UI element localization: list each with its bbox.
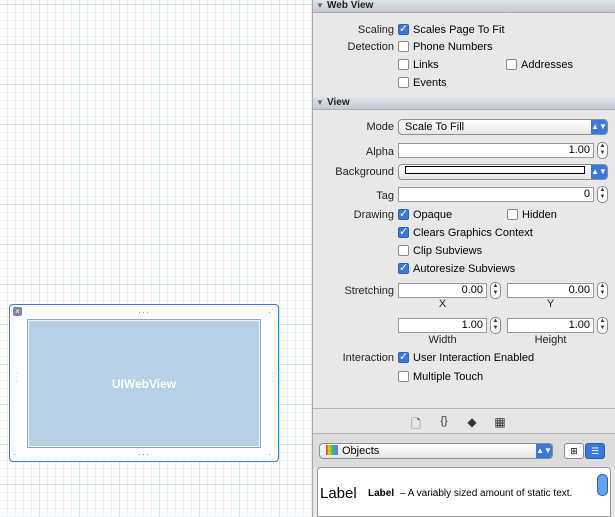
multiple-touch-checkbox[interactable]: Multiple Touch [398, 371, 483, 383]
mode-value: Scale To Fill [405, 121, 465, 133]
objects-select-value: Objects [342, 445, 380, 457]
webview-label: UIWebView [111, 376, 177, 391]
view-section-header[interactable]: ▼ View [313, 97, 615, 110]
library-bar: Objects ▲▼ ⊞ ☰ [313, 433, 615, 468]
checkbox-icon[interactable] [398, 41, 409, 52]
section-title: View [327, 97, 350, 108]
y-caption: Y [546, 298, 555, 310]
checkbox-icon[interactable] [398, 77, 409, 88]
clip-subviews-checkbox[interactable]: Clip Subviews [398, 245, 482, 257]
checkbox-checked-icon[interactable] [398, 350, 409, 363]
hidden-checkbox[interactable]: Hidden [507, 209, 557, 221]
disclosure-triangle-icon[interactable]: ▼ [313, 97, 327, 109]
background-color-popup[interactable]: ▲▼ [398, 164, 608, 180]
background-label: Background [335, 166, 394, 178]
checkbox-icon[interactable] [507, 209, 518, 220]
resize-handle-left[interactable]: · · · [15, 370, 19, 385]
links-checkbox[interactable]: Links [398, 59, 439, 71]
library-item-label[interactable]: Label Label – A variably sized amount of… [317, 467, 611, 517]
uiwebview-element[interactable]: UIWebView [27, 319, 261, 448]
opaque-checkbox[interactable]: Opaque [398, 207, 452, 221]
resize-handle-bottom-left[interactable]: · [13, 450, 17, 459]
list-view-icon[interactable]: ☰ [585, 443, 605, 459]
section-title: Web View [327, 0, 374, 11]
popup-arrows-icon: ▲▼ [591, 120, 607, 134]
resize-handle-right[interactable]: · · · [272, 370, 276, 385]
tag-label: Tag [376, 190, 394, 202]
alpha-field[interactable]: 1.00 [398, 143, 594, 158]
stretch-width-stepper[interactable]: ▲ ▼ [490, 317, 501, 334]
resize-handle-bottom[interactable]: ··· [138, 450, 150, 459]
autoresize-subviews-checkbox[interactable]: Autoresize Subviews [398, 261, 515, 275]
tag-field[interactable]: 0 [398, 187, 594, 202]
checkbox-icon[interactable] [398, 371, 409, 382]
checkbox-icon[interactable] [398, 245, 409, 256]
item-name: Label [368, 488, 395, 499]
mode-popup[interactable]: Scale To Fill ▲▼ [398, 119, 608, 135]
stretching-label: Stretching [344, 285, 394, 297]
stretch-x-stepper[interactable]: ▲ ▼ [490, 282, 501, 299]
checkbox-icon[interactable] [398, 59, 409, 70]
alpha-label: Alpha [365, 146, 394, 158]
stretch-y-field[interactable]: 0.00 [507, 283, 594, 298]
checkbox-icon[interactable] [506, 59, 517, 70]
item-description: – A variably sized amount of static text… [400, 488, 573, 499]
tag-stepper[interactable]: ▲ ▼ [597, 186, 608, 203]
events-checkbox[interactable]: Events [398, 77, 447, 89]
inspector-toolbar: 🗋 {} ◆ ▦ [313, 408, 615, 434]
popup-arrows-icon: ▲▼ [536, 444, 552, 458]
design-canvas[interactable]: × ··· ··· · · · · · · · · · · UIWebView [0, 0, 312, 517]
resize-handle-top-left[interactable]: · [13, 308, 17, 317]
film-icon[interactable]: ▦ [493, 415, 507, 429]
disclosure-triangle-icon[interactable]: ▼ [313, 0, 327, 12]
height-caption: Height [534, 334, 567, 346]
x-caption: X [438, 298, 447, 310]
stretch-height-field[interactable]: 1.00 [507, 318, 594, 333]
addresses-checkbox[interactable]: Addresses [506, 59, 573, 71]
scaling-label: Scaling [357, 24, 394, 36]
scrollbar-thumb[interactable] [597, 474, 608, 496]
resize-handle-top[interactable]: ··· [138, 308, 150, 317]
scales-page-to-fit-checkbox[interactable]: Scales Page To Fit [398, 22, 505, 36]
braces-icon[interactable]: {} [437, 415, 451, 427]
interaction-label: Interaction [342, 352, 394, 364]
resize-handle-top-right[interactable]: · [268, 308, 272, 317]
stretch-height-stepper[interactable]: ▲ ▼ [597, 317, 608, 334]
alpha-stepper[interactable]: ▲ ▼ [597, 142, 608, 159]
stretch-x-field[interactable]: 0.00 [398, 283, 487, 298]
phone-numbers-checkbox[interactable]: Phone Numbers [398, 41, 493, 53]
cube-icon[interactable]: ◆ [465, 415, 479, 429]
webview-selection-frame[interactable]: × ··· ··· · · · · · · · · · · UIWebView [9, 304, 279, 462]
library-icon [326, 445, 338, 455]
stretch-y-stepper[interactable]: ▲ ▼ [597, 282, 608, 299]
checkbox-checked-icon[interactable] [398, 22, 409, 35]
width-caption: Width [428, 334, 457, 346]
resize-handle-bottom-right[interactable]: · [268, 450, 272, 459]
attributes-inspector: ▼Web View Scaling Scales Page To Fit Det… [312, 0, 615, 517]
color-swatch [405, 166, 585, 174]
item-preview: Label [320, 485, 357, 502]
grid-view-icon[interactable]: ⊞ [564, 443, 584, 459]
stretch-width-field[interactable]: 1.00 [398, 318, 487, 333]
detection-label: Detection [347, 41, 394, 53]
drawing-label: Drawing [353, 209, 394, 221]
user-interaction-enabled-checkbox[interactable]: User Interaction Enabled [398, 350, 534, 364]
checkbox-checked-icon[interactable] [398, 207, 409, 220]
mode-label: Mode [366, 121, 394, 133]
clears-graphics-context-checkbox[interactable]: Clears Graphics Context [398, 225, 533, 239]
checkbox-checked-icon[interactable] [398, 225, 409, 238]
popup-arrows-icon: ▲▼ [591, 165, 607, 179]
objects-popup[interactable]: Objects ▲▼ [319, 443, 553, 459]
checkbox-checked-icon[interactable] [398, 261, 409, 274]
web-view-section-header[interactable]: ▼ Web View [313, 0, 615, 13]
